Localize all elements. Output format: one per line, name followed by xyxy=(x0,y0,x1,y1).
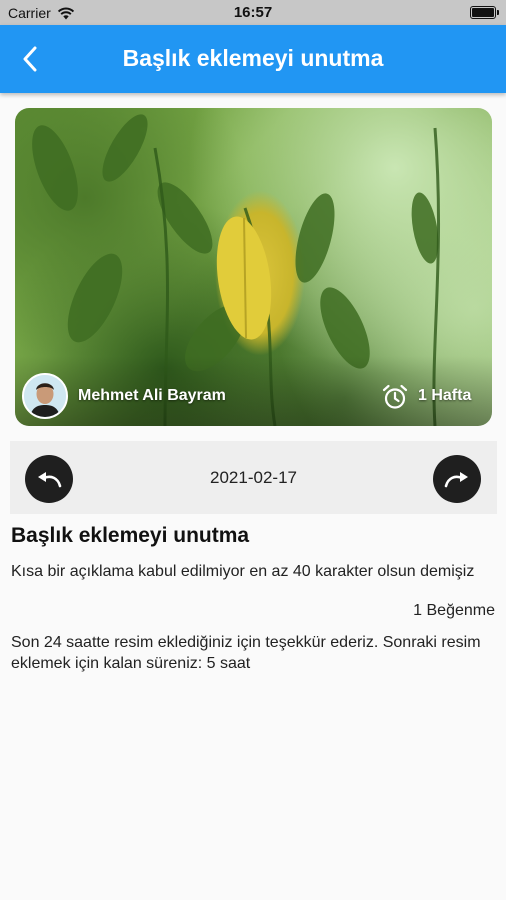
avatar-image xyxy=(24,375,66,417)
post-photo[interactable]: Mehmet Ali Bayram 1 Hafta xyxy=(15,108,492,426)
post-description: Kısa bir açıklama kabul edilmiyor en az … xyxy=(11,563,475,580)
page-title: Başlık eklemeyi unutma xyxy=(122,45,384,71)
current-date: 2021-02-17 xyxy=(210,468,297,487)
upload-notice: Son 24 saatte resim eklediğiniz için teş… xyxy=(11,634,481,672)
author-name[interactable]: Mehmet Ali Bayram xyxy=(78,387,226,405)
app-bar: Başlık eklemeyi unutma xyxy=(0,25,506,93)
alarm-clock-icon xyxy=(382,384,408,409)
battery-icon xyxy=(470,6,499,19)
remaining-duration: 1 Hafta xyxy=(418,387,472,404)
avatar[interactable] xyxy=(22,373,68,419)
status-time: 16:57 xyxy=(233,4,273,21)
status-bar: Carrier 16:57 xyxy=(0,0,506,25)
post-title: Başlık eklemeyi unutma xyxy=(11,524,250,547)
next-date-button[interactable] xyxy=(433,455,481,503)
likes-count[interactable]: 1 Beğenme xyxy=(413,602,495,620)
redo-arrow-icon xyxy=(444,472,468,488)
date-navigation: 2021-02-17 xyxy=(10,441,497,514)
